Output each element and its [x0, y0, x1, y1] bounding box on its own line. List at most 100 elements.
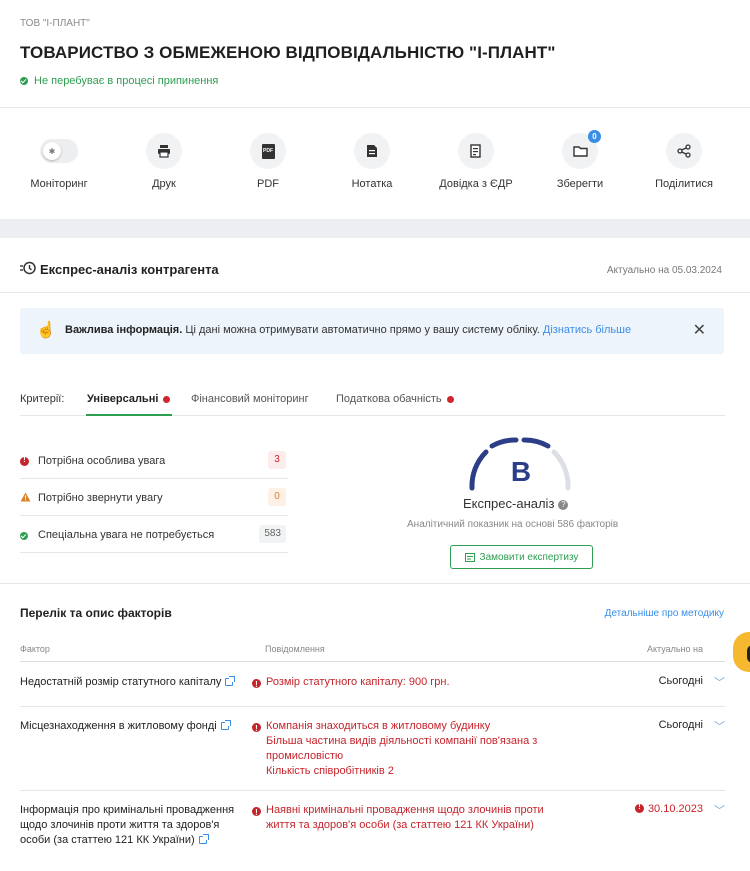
- share-icon: [666, 133, 702, 169]
- document-icon: [458, 133, 494, 169]
- save-label: Зберегти: [556, 178, 604, 190]
- folder-icon: 0: [562, 130, 601, 169]
- note-button[interactable]: Нотатка: [317, 133, 427, 190]
- header-message: Повідомлення: [265, 644, 325, 654]
- analysis-title-text: Експрес-аналіз: [463, 496, 555, 511]
- tab-universal[interactable]: Універсальні: [87, 393, 171, 405]
- attention-count: 0: [268, 488, 286, 506]
- express-analysis-panel: Експрес-аналіз контрагента Актуально на …: [0, 238, 750, 871]
- attention-label: Потрібно звернути увагу: [38, 492, 163, 504]
- share-button[interactable]: Поділитися: [629, 133, 739, 190]
- actual-cell: Сьогодні: [658, 719, 703, 731]
- attention-label: Спеціальна увага не потребується: [38, 529, 215, 541]
- tab-financial-monitoring[interactable]: Фінансовий моніторинг: [191, 393, 309, 405]
- factors-title: Перелік та опис факторів: [20, 606, 172, 620]
- actual-date: Актуально на 05.03.2024: [606, 265, 722, 276]
- info-bold: Важлива інформація.: [65, 324, 183, 336]
- external-link-icon[interactable]: [225, 676, 236, 687]
- edr-label: Довідка з ЄДР: [439, 178, 513, 190]
- error-icon: [252, 721, 261, 737]
- criteria-tabs: Критерії: Універсальні Фінансовий моніто…: [20, 386, 725, 416]
- share-label: Поділитися: [655, 178, 713, 190]
- company-full-name: ТОВАРИСТВО З ОБМЕЖЕНОЮ ВІДПОВІДАЛЬНІСТЮ …: [20, 43, 556, 62]
- external-link-icon[interactable]: [220, 720, 231, 731]
- note-icon: [354, 133, 390, 169]
- info-body: Ці дані можна отримувати автоматично пря…: [182, 324, 540, 336]
- chevron-down-icon[interactable]: ﹀: [714, 674, 725, 690]
- question-icon[interactable]: ?: [558, 499, 569, 510]
- actual-cell: 30.10.2023: [634, 802, 703, 815]
- print-button[interactable]: Друк: [109, 133, 219, 190]
- factor-text: Недостатній розмір статутного капіталу: [20, 676, 222, 688]
- order-expertise-button[interactable]: Замовити експертизу: [450, 545, 593, 569]
- print-label: Друк: [152, 178, 176, 190]
- criteria-label: Критерії:: [20, 393, 65, 405]
- active-tab-indicator: [86, 414, 172, 416]
- factor-cell: Недостатній розмір статутного капіталу: [20, 675, 240, 690]
- pdf-icon: PDF: [250, 133, 286, 169]
- attention-count: 583: [259, 525, 286, 543]
- pdf-label: PDF: [257, 178, 279, 190]
- save-count-badge: 0: [588, 130, 601, 143]
- info-text: Важлива інформація. Ці дані можна отриму…: [65, 324, 631, 336]
- tab-universal-label: Універсальні: [87, 393, 159, 405]
- company-header: ТОВ "І-ПЛАНТ" ТОВАРИСТВО З ОБМЕЖЕНОЮ ВІД…: [0, 0, 750, 108]
- table-row[interactable]: Недостатній розмір статутного капіталу Р…: [20, 663, 725, 707]
- header-actual: Актуально на: [646, 644, 703, 654]
- section-divider: [0, 583, 750, 584]
- message-line: Компанія знаходиться в житловому будинку: [266, 720, 491, 732]
- factor-cell: Інформація про кримінальні провадження щ…: [20, 803, 240, 848]
- check-circle-icon: [20, 77, 28, 85]
- toggle-switch[interactable]: ✱: [40, 139, 78, 163]
- analysis-title: Експрес-аналіз?: [463, 496, 569, 511]
- info-banner: ☝ Важлива інформація. Ці дані можна отри…: [20, 308, 724, 354]
- message-line: Розмір статутного капіталу: 900 грн.: [266, 676, 450, 688]
- learn-more-link[interactable]: Дізнатись більше: [543, 324, 631, 336]
- alert-dot-icon: [163, 395, 171, 403]
- express-analysis-header: Експрес-аналіз контрагента Актуально на …: [0, 238, 750, 293]
- actual-cell: Сьогодні: [658, 675, 703, 687]
- attention-row-critical[interactable]: Потрібна особлива увага 3: [20, 442, 288, 479]
- message-line: Наявні кримінальні провадження щодо злоч…: [266, 804, 544, 831]
- check-circle-icon: [20, 529, 28, 543]
- attention-row-ok[interactable]: Спеціальна увага не потребується 583: [20, 516, 288, 553]
- tab-tax-label: Податкова обачність: [336, 393, 442, 405]
- save-button[interactable]: 0 Зберегти: [525, 130, 635, 190]
- methodology-link[interactable]: Детальніше про методику: [605, 608, 724, 619]
- alert-dot-icon: [446, 395, 454, 403]
- external-link-icon[interactable]: [198, 834, 209, 845]
- error-icon: [252, 677, 261, 693]
- chevron-down-icon[interactable]: ﹀: [714, 718, 725, 734]
- monitoring-toggle[interactable]: ✱ Моніторинг: [4, 133, 114, 190]
- message-cell: Розмір статутного капіталу: 900 грн.: [252, 675, 552, 693]
- pdf-icon-text: PDF: [261, 143, 275, 159]
- error-icon: [20, 455, 29, 469]
- bell-icon: ✱: [43, 142, 61, 160]
- attention-label: Потрібна особлива увага: [38, 455, 166, 467]
- factor-cell: Місцезнаходження в житловому фонді: [20, 719, 240, 734]
- tab-tax-diligence[interactable]: Податкова обачність: [336, 393, 454, 405]
- edr-button[interactable]: Довідка з ЄДР: [421, 133, 531, 190]
- grade-letter: B: [510, 456, 532, 487]
- monitoring-label: Моніторинг: [30, 178, 88, 190]
- printer-icon: [146, 133, 182, 169]
- chat-widget-button[interactable]: [733, 632, 750, 672]
- error-icon: [252, 805, 261, 821]
- table-row[interactable]: Місцезнаходження в житловому фонді Компа…: [20, 707, 725, 791]
- header-factor: Фактор: [20, 644, 50, 654]
- note-label: Нотатка: [351, 178, 393, 190]
- message-line: Більша частина видів діяльності компанії…: [266, 735, 538, 762]
- history-icon: [20, 261, 36, 275]
- message-cell: Наявні кримінальні провадження щодо злоч…: [252, 803, 552, 833]
- pointing-hand-icon: ☝: [36, 322, 56, 339]
- table-row[interactable]: Інформація про кримінальні провадження щ…: [20, 791, 725, 871]
- pdf-button[interactable]: PDF PDF: [213, 133, 323, 190]
- list-icon: [464, 552, 475, 562]
- actual-date-text: 30.10.2023: [647, 803, 703, 815]
- close-icon[interactable]: ✕: [693, 320, 706, 340]
- attention-count: 3: [268, 451, 286, 469]
- chevron-down-icon[interactable]: ﹀: [714, 802, 725, 818]
- company-status: Не перебуває в процесі припинення: [20, 75, 218, 87]
- attention-row-warning[interactable]: Потрібно звернути увагу 0: [20, 479, 288, 516]
- factor-text: Місцезнаходження в житловому фонді: [20, 720, 217, 732]
